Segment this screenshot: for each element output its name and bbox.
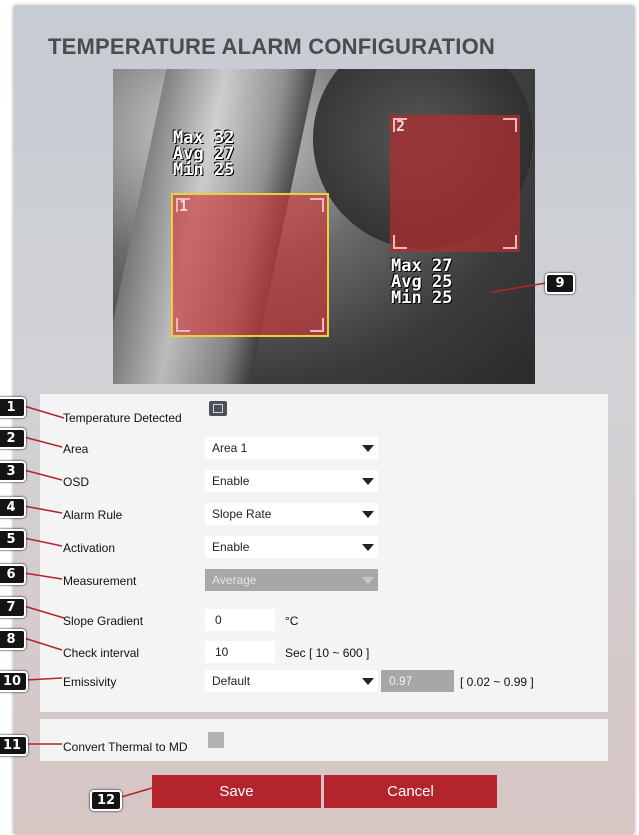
callout-badge: 5	[0, 529, 26, 550]
callout-badge: 11	[0, 735, 28, 756]
callout-badge: 10	[0, 671, 28, 692]
callout-badge: 12	[90, 790, 122, 811]
callout-badge: 1	[0, 397, 26, 418]
callout-badge: 6	[0, 564, 26, 585]
callout-badge: 4	[0, 497, 26, 518]
callout-badge: 2	[0, 428, 26, 449]
callout-badge: 7	[0, 597, 26, 618]
callout-badge: 9	[545, 273, 575, 294]
callout-badge: 8	[0, 629, 26, 650]
callout-leaders	[23, 282, 547, 799]
callout-badge: 3	[0, 461, 26, 482]
